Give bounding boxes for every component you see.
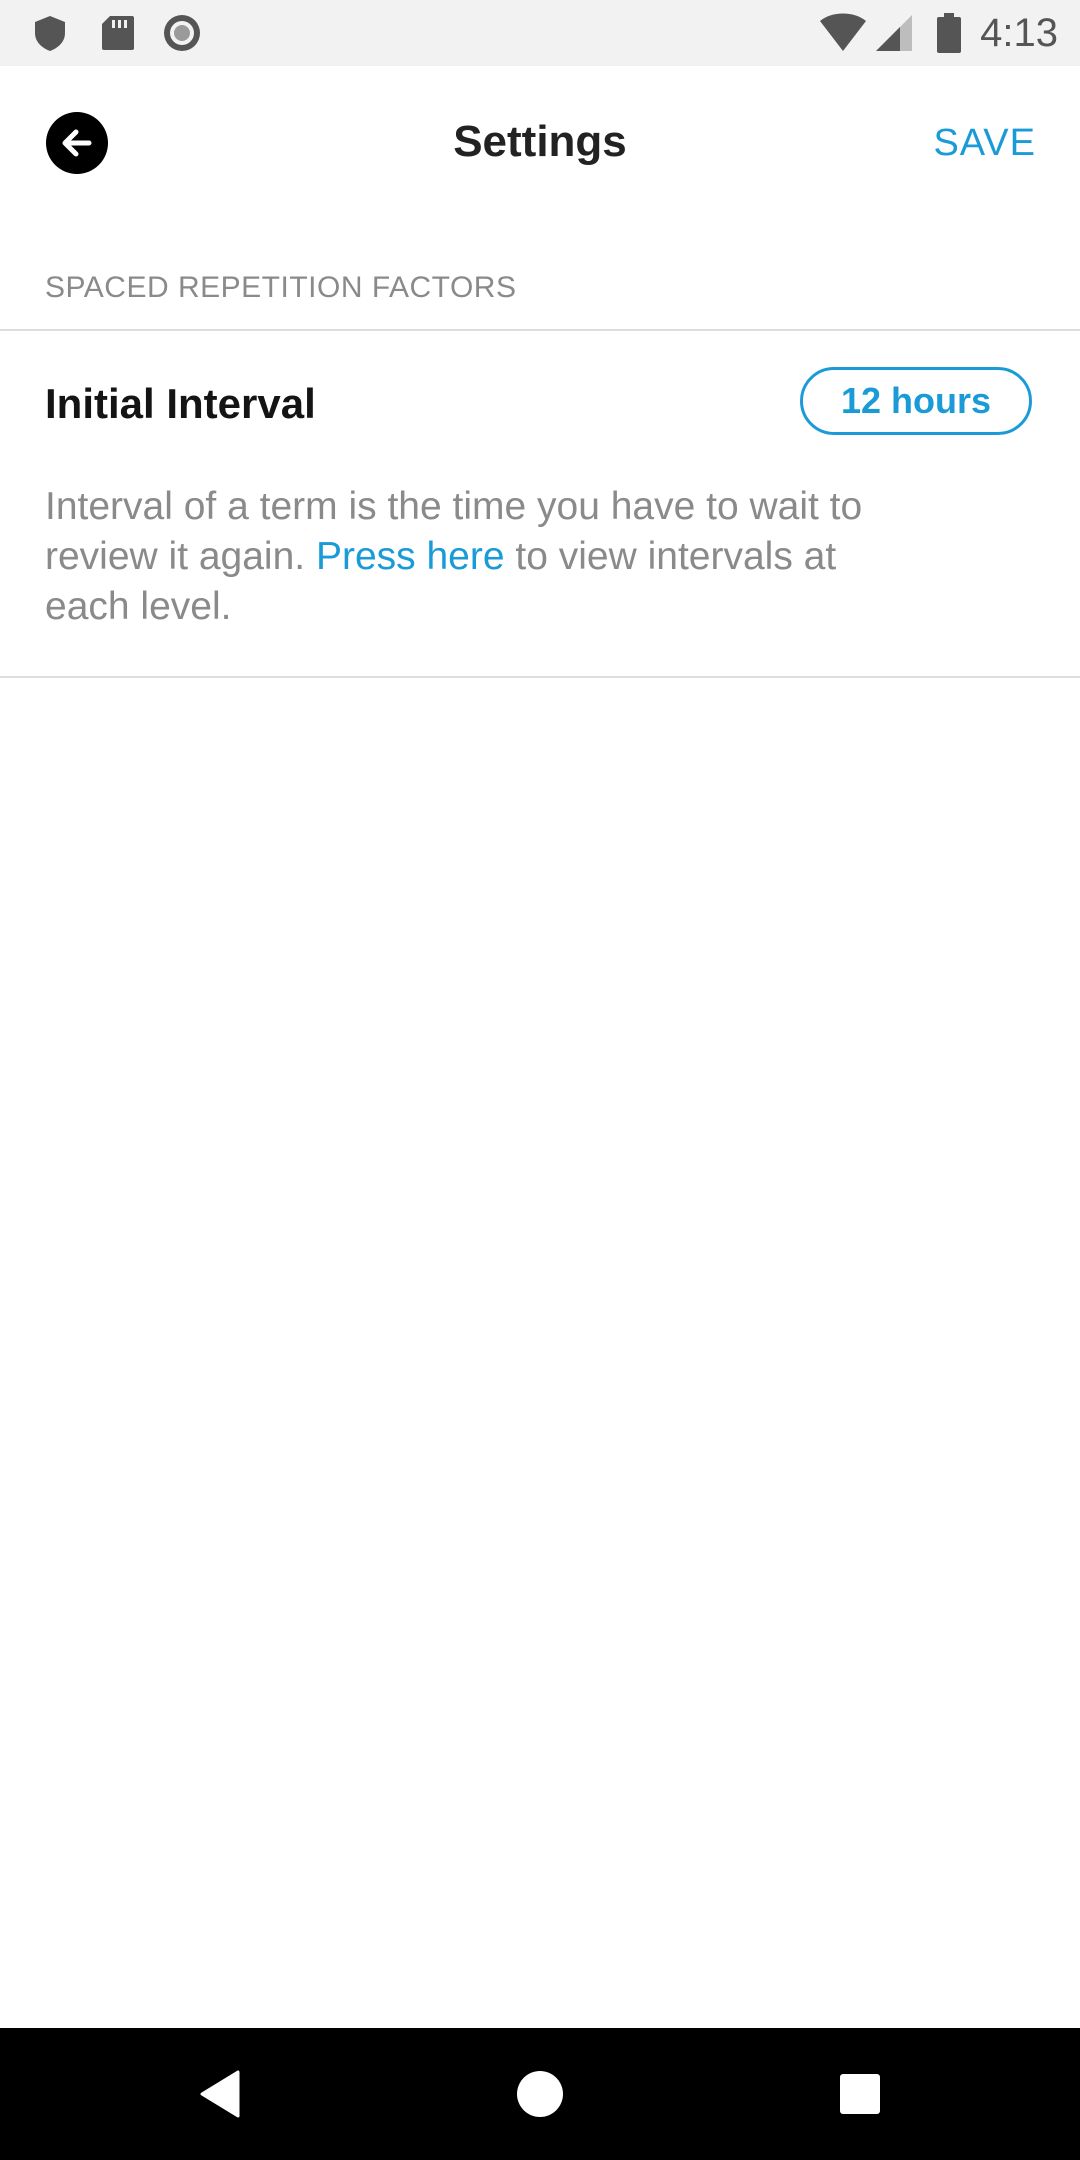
arrow-left-icon	[57, 123, 97, 163]
cell-signal-icon	[874, 13, 914, 53]
app-bar: Settings SAVE	[0, 66, 1080, 220]
shield-icon	[30, 13, 70, 53]
record-icon	[162, 13, 202, 53]
back-triangle-icon	[198, 2069, 242, 2119]
save-button[interactable]: SAVE	[933, 118, 1036, 168]
home-circle-icon	[516, 2070, 564, 2118]
sd-card-icon	[98, 13, 138, 53]
settings-screen: 4:13 Settings SAVE SPACED REPETITION FAC…	[0, 0, 1080, 2160]
wifi-icon	[818, 13, 868, 53]
back-button[interactable]	[46, 112, 108, 174]
page-title-wrap: Settings	[0, 114, 1080, 170]
nav-recents-button[interactable]	[830, 2064, 890, 2124]
press-here-link[interactable]: Press here	[316, 535, 505, 578]
system-nav-bar	[0, 2028, 1080, 2160]
setting-divider	[0, 676, 1080, 678]
nav-home-button[interactable]	[510, 2064, 570, 2124]
recents-square-icon	[838, 2072, 882, 2116]
section-divider	[0, 329, 1080, 331]
battery-icon	[934, 13, 964, 53]
status-time: 4:13	[980, 11, 1058, 55]
setting-description: Interval of a term is the time you have …	[45, 482, 925, 632]
setting-label: Initial Interval	[45, 380, 316, 427]
section-header: SPACED REPETITION FACTORS	[45, 271, 517, 304]
interval-value-button[interactable]: 12 hours	[800, 367, 1032, 435]
status-bar: 4:13	[0, 0, 1080, 66]
page-title: Settings	[453, 117, 627, 166]
nav-back-button[interactable]	[190, 2064, 250, 2124]
